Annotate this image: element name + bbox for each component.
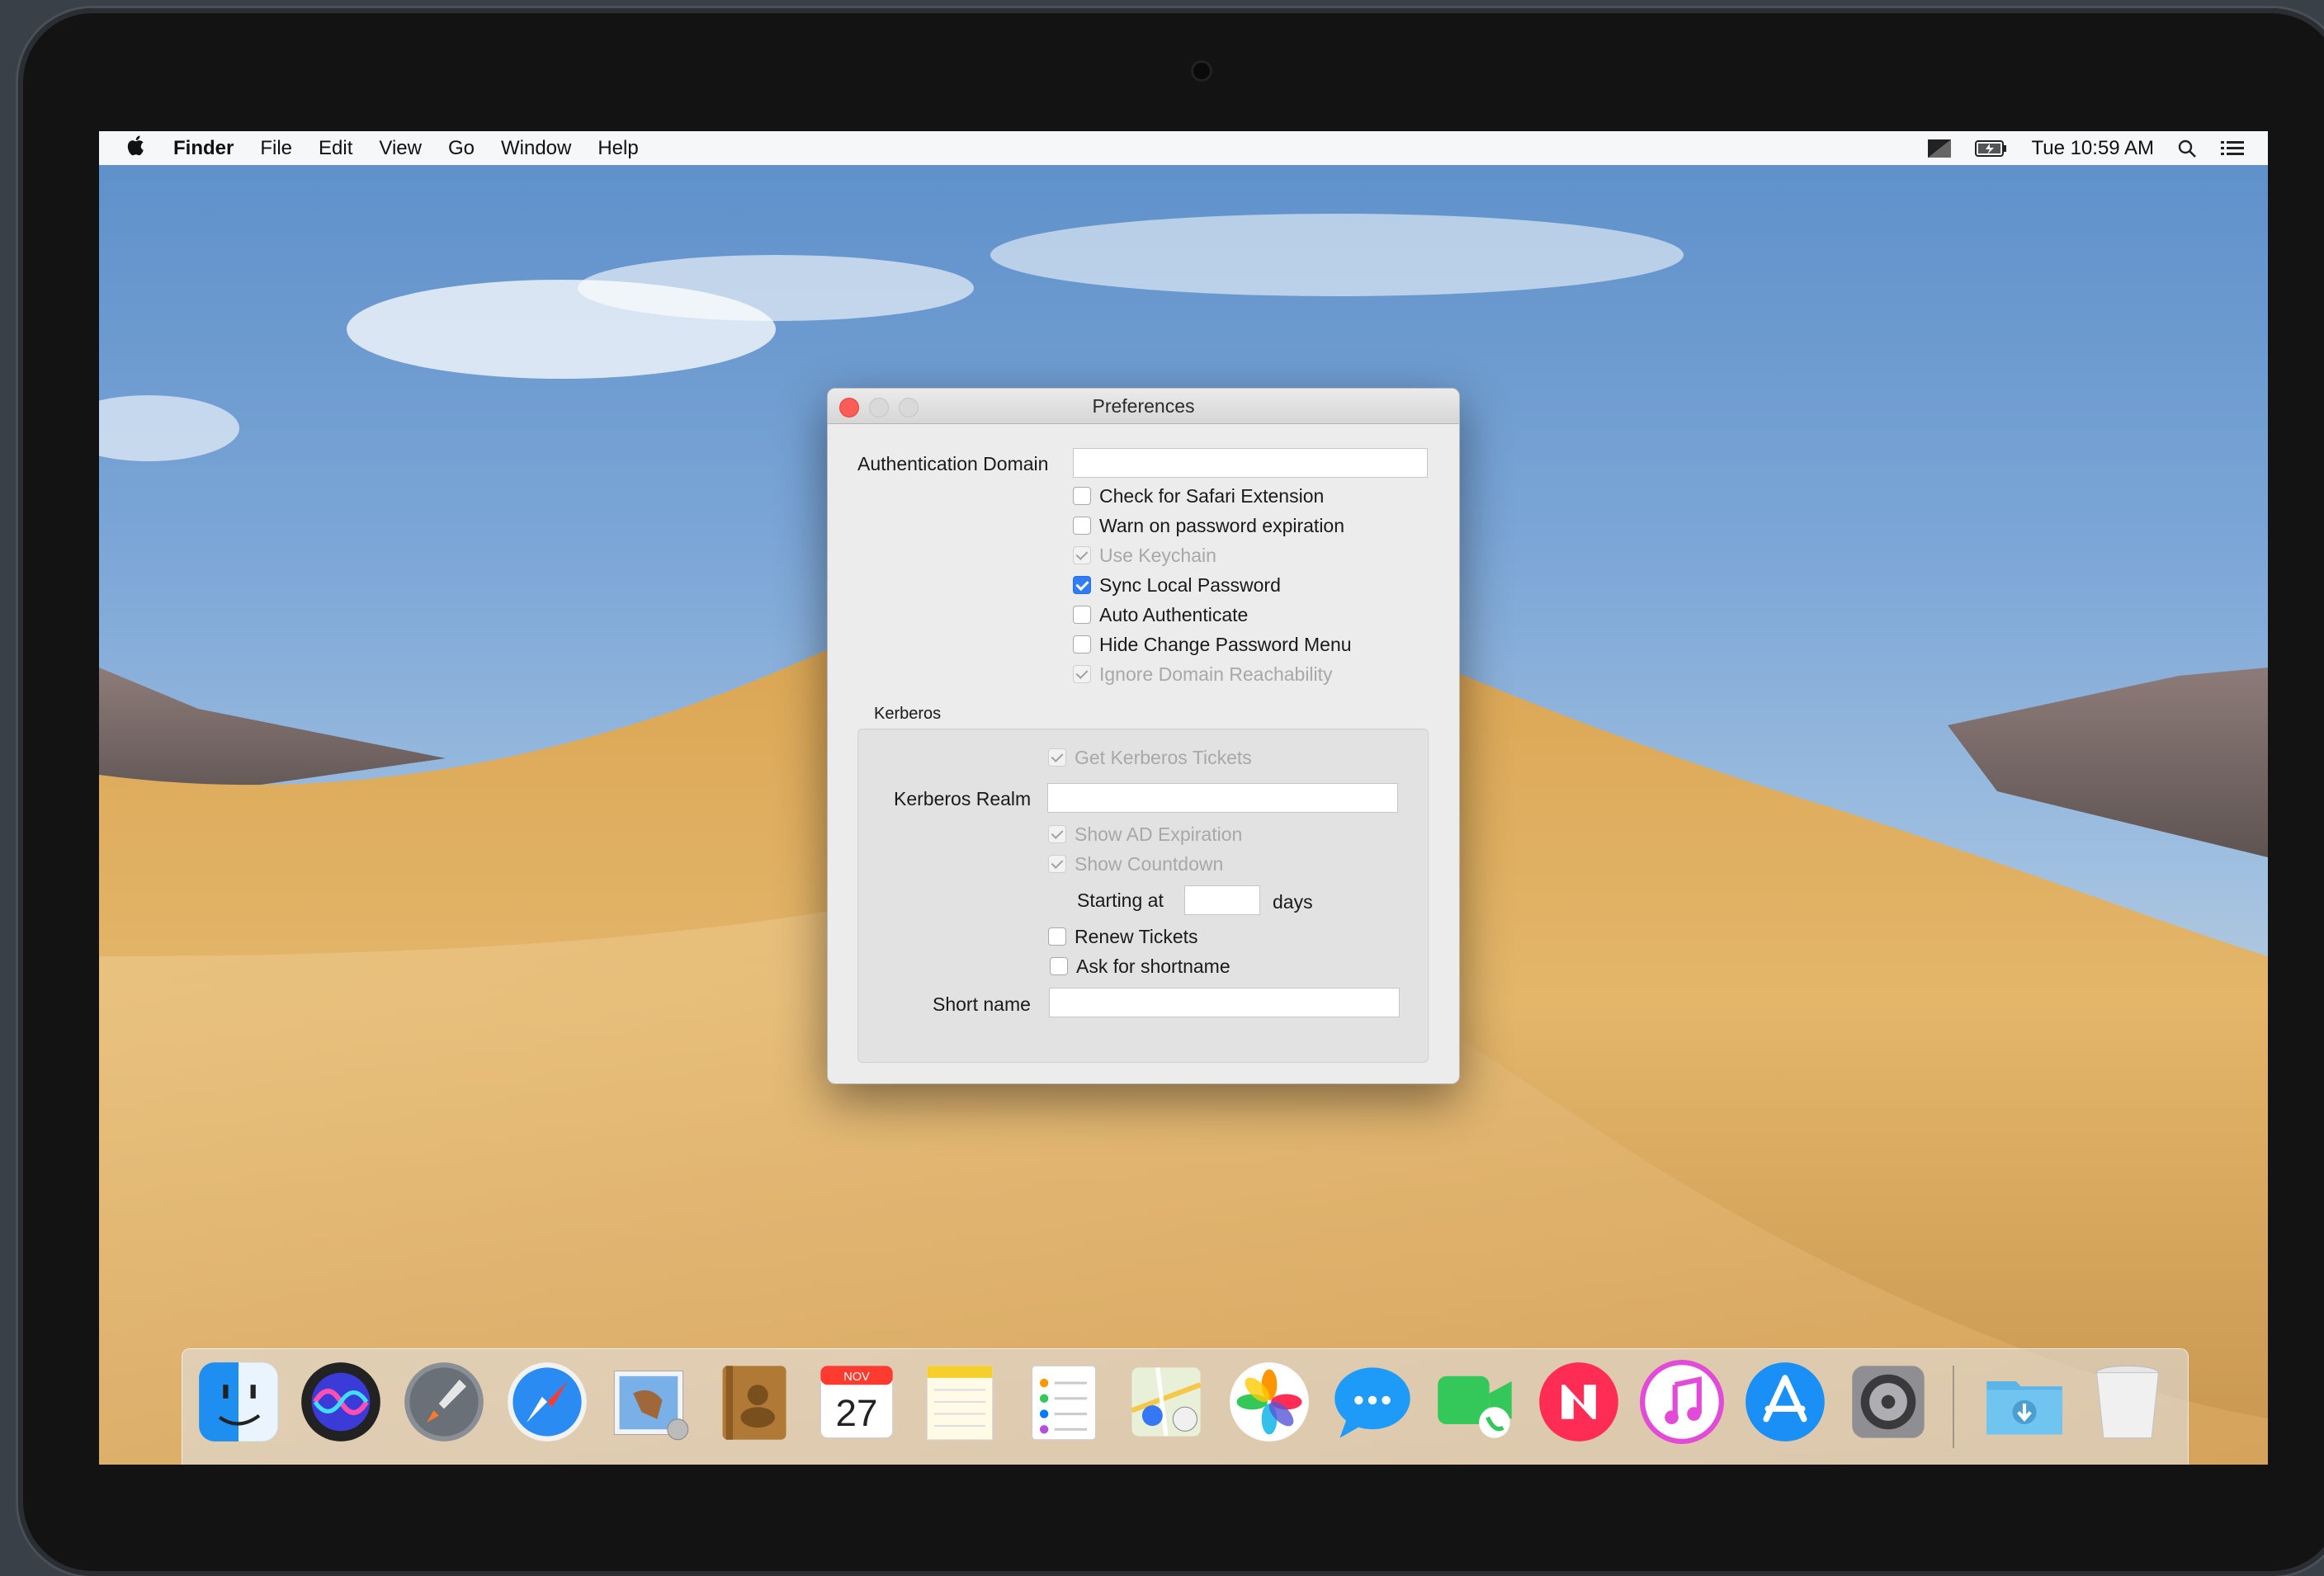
apple-icon[interactable] bbox=[124, 134, 150, 163]
ignore-domain-reachability-checkbox: Ignore Domain Reachability bbox=[1073, 663, 1333, 686]
renew-tickets-checkbox[interactable]: Renew Tickets bbox=[1048, 925, 1198, 948]
checkbox-label: Check for Safari Extension bbox=[1099, 484, 1325, 507]
calendar-icon[interactable]: NOV 27 bbox=[814, 1359, 900, 1445]
sync-local-password-checkbox[interactable]: Sync Local Password bbox=[1073, 573, 1281, 597]
maps-icon[interactable] bbox=[1123, 1359, 1209, 1445]
notes-icon[interactable] bbox=[917, 1359, 1003, 1445]
starting-at-field[interactable] bbox=[1184, 885, 1260, 915]
auth-domain-field[interactable] bbox=[1073, 448, 1428, 478]
display-icon[interactable] bbox=[1927, 138, 1952, 159]
calendar-day: 27 bbox=[836, 1392, 878, 1434]
mail-icon[interactable] bbox=[607, 1359, 693, 1445]
kerberos-group-title: Kerberos bbox=[874, 705, 942, 723]
checkbox-box[interactable] bbox=[1073, 576, 1091, 594]
kerberos-realm-field[interactable] bbox=[1047, 783, 1398, 813]
auth-domain-label: Authentication Domain bbox=[857, 453, 1049, 474]
starting-at-label: Starting at bbox=[1077, 889, 1164, 911]
system-preferences-icon[interactable] bbox=[1845, 1359, 1931, 1445]
checkbox-box[interactable] bbox=[1073, 635, 1091, 654]
checkbox-label: Show Countdown bbox=[1075, 852, 1224, 875]
finder-icon[interactable] bbox=[196, 1359, 281, 1445]
checkbox-box bbox=[1073, 665, 1091, 683]
show-countdown-checkbox: Show Countdown bbox=[1048, 852, 1223, 875]
menu-edit[interactable]: Edit bbox=[319, 137, 352, 160]
checkbox-label: Use Keychain bbox=[1099, 544, 1216, 566]
menu-app-name[interactable]: Finder bbox=[173, 137, 234, 160]
app-store-icon[interactable] bbox=[1742, 1359, 1828, 1445]
checkbox-label: Auto Authenticate bbox=[1099, 603, 1249, 625]
checkbox-box bbox=[1048, 855, 1066, 873]
hide-change-password-menu-checkbox[interactable]: Hide Change Password Menu bbox=[1073, 633, 1352, 656]
checkbox-label: Hide Change Password Menu bbox=[1099, 633, 1352, 655]
checkbox-box bbox=[1073, 546, 1091, 564]
show-ad-expiration-checkbox: Show AD Expiration bbox=[1048, 823, 1242, 846]
menu-view[interactable]: View bbox=[379, 137, 422, 160]
desktop: Finder File Edit View Go Window Help Tue… bbox=[99, 131, 2268, 1465]
checkbox-box[interactable] bbox=[1050, 957, 1068, 975]
checkbox-label: Get Kerberos Tickets bbox=[1075, 746, 1252, 768]
menu-bar: Finder File Edit View Go Window Help Tue… bbox=[99, 131, 2268, 165]
search-icon[interactable] bbox=[2177, 139, 2197, 158]
checkbox-box[interactable] bbox=[1073, 517, 1091, 535]
check-safari-extension-checkbox[interactable]: Check for Safari Extension bbox=[1073, 484, 1324, 507]
trash-icon[interactable] bbox=[2085, 1359, 2170, 1445]
menu-file[interactable]: File bbox=[260, 137, 292, 160]
dock: NOV 27 bbox=[182, 1348, 2189, 1465]
safari-icon[interactable] bbox=[504, 1359, 590, 1445]
downloads-folder-icon[interactable] bbox=[1982, 1359, 2067, 1445]
short-name-field[interactable] bbox=[1049, 988, 1400, 1017]
calendar-month: NOV bbox=[843, 1371, 870, 1384]
dock-separator bbox=[1953, 1366, 1954, 1448]
reminders-icon[interactable] bbox=[1020, 1359, 1106, 1445]
launchpad-icon[interactable] bbox=[401, 1359, 487, 1445]
checkbox-label: Ignore Domain Reachability bbox=[1099, 663, 1333, 685]
menu-window[interactable]: Window bbox=[501, 137, 571, 160]
checkbox-label: Warn on password expiration bbox=[1099, 514, 1345, 536]
menu-help[interactable]: Help bbox=[598, 137, 638, 160]
checkbox-label: Renew Tickets bbox=[1075, 925, 1198, 947]
checkbox-label: Ask for shortname bbox=[1076, 955, 1230, 977]
list-icon[interactable] bbox=[2220, 139, 2245, 158]
facetime-icon[interactable] bbox=[1433, 1359, 1519, 1445]
short-name-label: Short name bbox=[933, 993, 1031, 1015]
preferences-window: Preferences Authentication Domain Check … bbox=[827, 388, 1460, 1084]
contacts-icon[interactable] bbox=[711, 1359, 796, 1445]
use-keychain-checkbox: Use Keychain bbox=[1073, 544, 1216, 567]
messages-icon[interactable] bbox=[1330, 1359, 1415, 1445]
checkbox-box[interactable] bbox=[1073, 487, 1091, 505]
checkbox-box[interactable] bbox=[1073, 606, 1091, 624]
photos-icon[interactable] bbox=[1226, 1359, 1312, 1445]
camera bbox=[1191, 60, 1212, 82]
auto-authenticate-checkbox[interactable]: Auto Authenticate bbox=[1073, 603, 1248, 626]
clock[interactable]: Tue 10:59 AM bbox=[2031, 137, 2154, 160]
checkbox-box[interactable] bbox=[1048, 927, 1066, 946]
menu-go[interactable]: Go bbox=[448, 137, 475, 160]
window-title: Preferences bbox=[1092, 395, 1195, 417]
days-label: days bbox=[1273, 891, 1313, 913]
ask-for-shortname-checkbox[interactable]: Ask for shortname bbox=[1050, 955, 1230, 978]
get-kerberos-tickets-checkbox: Get Kerberos Tickets bbox=[1048, 746, 1252, 769]
kerberos-realm-label: Kerberos Realm bbox=[894, 788, 1032, 809]
itunes-icon[interactable] bbox=[1639, 1359, 1725, 1445]
checkbox-label: Show AD Expiration bbox=[1075, 823, 1243, 845]
title-bar[interactable]: Preferences bbox=[828, 389, 1459, 424]
checkbox-box bbox=[1048, 748, 1066, 767]
battery-icon[interactable] bbox=[1975, 139, 2008, 158]
checkbox-box bbox=[1048, 825, 1066, 843]
news-icon[interactable] bbox=[1536, 1359, 1622, 1445]
warn-password-expiration-checkbox[interactable]: Warn on password expiration bbox=[1073, 514, 1344, 537]
checkbox-label: Sync Local Password bbox=[1099, 573, 1281, 596]
siri-icon[interactable] bbox=[298, 1359, 384, 1445]
